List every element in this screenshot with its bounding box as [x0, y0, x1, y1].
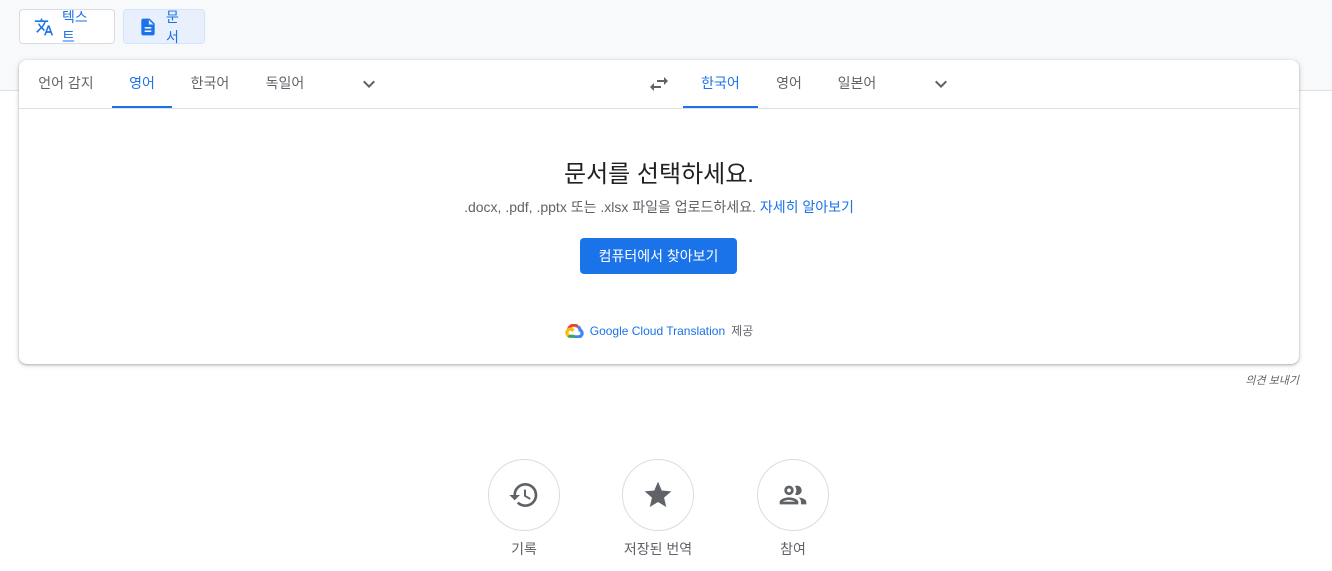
text-mode-button[interactable]: 텍스트 — [19, 8, 115, 45]
upload-description: .docx, .pdf, .pptx 또는 .xlsx 파일을 업로드하세요. … — [19, 197, 1299, 217]
source-lang-detect[interactable]: 언어 감지 — [35, 60, 97, 108]
powered-by: Google Cloud Translation 제공 — [19, 322, 1299, 339]
text-mode-label: 텍스트 — [62, 8, 88, 45]
contribute-label: 참여 — [780, 541, 806, 557]
google-cloud-translation-link[interactable]: Google Cloud Translation — [590, 324, 725, 338]
document-mode-button[interactable]: 문서 — [123, 8, 205, 45]
people-icon — [779, 485, 807, 505]
send-feedback-link[interactable]: 의견 보내기 — [1245, 372, 1299, 388]
swap-languages-button[interactable] — [647, 72, 671, 96]
language-bar: 언어 감지 영어 한국어 독일어 한국어 영어 일본어 — [19, 60, 1299, 109]
upload-title: 문서를 선택하세요. — [564, 161, 754, 188]
history-item: 기록 — [469, 459, 579, 559]
target-lang-japanese[interactable]: 일본어 — [834, 60, 880, 108]
target-lang-english[interactable]: 영어 — [773, 60, 805, 108]
source-lang-english[interactable]: 영어 — [112, 60, 172, 108]
contribute-item: 참여 — [738, 459, 848, 559]
history-label: 기록 — [511, 541, 537, 557]
document-mode-label: 문서 — [166, 8, 179, 45]
swap-icon — [650, 77, 668, 91]
browse-computer-button[interactable]: 컴퓨터에서 찾아보기 — [580, 238, 737, 274]
target-lang-more-button[interactable] — [929, 72, 953, 96]
history-button[interactable] — [488, 459, 560, 531]
powered-by-suffix: 제공 — [731, 324, 754, 338]
contribute-button[interactable] — [757, 459, 829, 531]
saved-item: 저장된 번역 — [603, 459, 713, 559]
chevron-down-icon — [935, 80, 947, 88]
saved-translations-button[interactable] — [622, 459, 694, 531]
translate-icon — [34, 18, 54, 35]
source-lang-german[interactable]: 독일어 — [262, 60, 308, 108]
supported-formats-text: .docx, .pdf, .pptx 또는 .xlsx 파일을 업로드하세요. — [464, 199, 756, 215]
star-icon — [644, 481, 672, 507]
source-lang-korean[interactable]: 한국어 — [187, 60, 233, 108]
target-lang-korean[interactable]: 한국어 — [683, 60, 758, 108]
chevron-down-icon — [363, 80, 375, 88]
source-lang-more-button[interactable] — [357, 72, 381, 96]
history-icon — [509, 483, 538, 507]
translation-card: 언어 감지 영어 한국어 독일어 한국어 영어 일본어 문서를 선택하세요. .… — [19, 60, 1299, 364]
google-cloud-icon — [565, 323, 584, 338]
document-icon — [141, 18, 155, 35]
saved-translations-label: 저장된 번역 — [623, 541, 693, 557]
learn-more-link[interactable]: 자세히 알아보기 — [760, 199, 854, 215]
